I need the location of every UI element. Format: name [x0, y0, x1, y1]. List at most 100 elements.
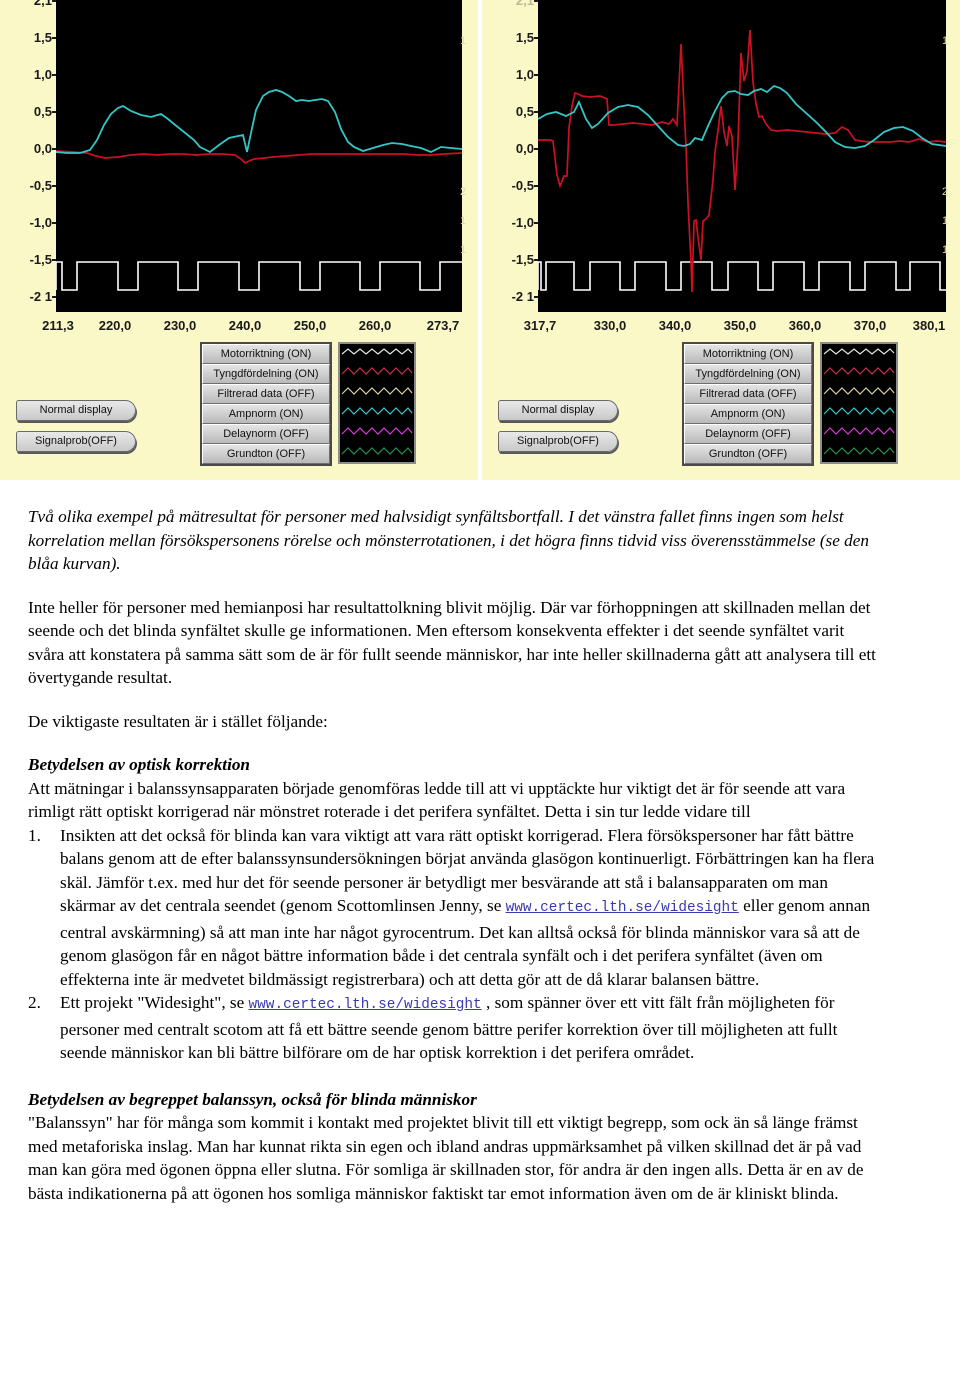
- signal-preview-right: [820, 342, 898, 464]
- x-axis-tick: 240,0: [228, 318, 262, 333]
- list-item-text-part1: Ett projekt "Widesight", se: [60, 993, 249, 1012]
- square-wave-trace: [538, 261, 946, 291]
- tyngdfordelning-toggle[interactable]: Tyngdfördelning (ON): [684, 364, 812, 384]
- signal-toggle-stack-left: Motorriktning (ON) Tyngdfördelning (ON) …: [200, 342, 332, 466]
- x-axis-tick: 230,0: [163, 318, 197, 333]
- y-axis-tick: 0,0: [482, 142, 539, 155]
- figure-caption: Två olika exempel på mätresultat för per…: [28, 507, 869, 573]
- signal-preview-left: [338, 342, 416, 464]
- widesight-link[interactable]: www.certec.lth.se/widesight: [249, 997, 482, 1013]
- grundton-toggle[interactable]: Grundton (OFF): [202, 444, 330, 464]
- y-axis-tick: -1,5: [482, 253, 539, 266]
- normal-display-button[interactable]: Normal display: [16, 400, 136, 421]
- trace-svg-left: [56, 89, 462, 291]
- signalprob-button[interactable]: Signalprob(OFF): [498, 431, 618, 452]
- x-axis-tick: 273,7: [426, 318, 460, 333]
- x-axis-right: 317,7 330,0 340,0 350,0 360,0 370,0 380,…: [482, 312, 960, 336]
- measurement-panel-left: 2,1 1,5 1,0 0,5 0,0 -0,5 -1,0 -1,5 -2 1: [0, 0, 478, 480]
- red-trace: [56, 150, 462, 165]
- ghost-digit: 1: [942, 244, 949, 256]
- red-trace: [538, 29, 946, 293]
- preview-waveforms: [823, 348, 895, 455]
- plot-canvas-right[interactable]: [538, 0, 946, 312]
- x-axis-left: 211,3 220,0 230,0 240,0 250,0 260,0 273,…: [0, 312, 478, 336]
- ghost-digit: 1: [460, 35, 467, 47]
- x-axis-tick: 260,0: [358, 318, 392, 333]
- measurement-panel-right: 2,1 1,5 1,0 0,5 0,0 -0,5 -1,0 -1,5 -2 1: [482, 0, 960, 480]
- blue-trace: [56, 89, 462, 154]
- x-axis-tick: 330,0: [593, 318, 627, 333]
- clipped-axis-digits-left: 1 2 1 1: [460, 26, 474, 256]
- document-body: Två olika exempel på mätresultat för per…: [28, 505, 881, 1205]
- controls-right: Normal display Signalprob(OFF) Motorrikt…: [482, 338, 960, 478]
- paragraph-hemianopsi: Inte heller för personer med hemianposi …: [28, 597, 876, 688]
- y-axis-tick: -1,0: [482, 216, 539, 229]
- y-axis-tick: 0,5: [0, 105, 57, 118]
- y-axis-tick: 2,1: [0, 0, 57, 7]
- delaynorm-toggle[interactable]: Delaynorm (OFF): [684, 424, 812, 444]
- ghost-digit: 1: [942, 215, 949, 227]
- normal-display-button[interactable]: Normal display: [498, 400, 618, 421]
- y-axis-tick: -2 1: [0, 290, 57, 303]
- y-axis-tick: -1,0: [0, 216, 57, 229]
- list-item: 1. Insikten att det också för blinda kan…: [28, 824, 881, 992]
- x-axis-tick: 350,0: [723, 318, 757, 333]
- motorriktning-toggle[interactable]: Motorriktning (ON): [202, 344, 330, 364]
- ampnorm-toggle[interactable]: Ampnorm (ON): [202, 404, 330, 424]
- filtrerad-data-toggle[interactable]: Filtrerad data (OFF): [202, 384, 330, 404]
- delaynorm-toggle[interactable]: Delaynorm (OFF): [202, 424, 330, 444]
- y-axis-tick: 1,0: [0, 68, 57, 81]
- x-axis-tick: 250,0: [293, 318, 327, 333]
- y-axis-tick: -0,5: [482, 179, 539, 192]
- plot-right: 2,1 1,5 1,0 0,5 0,0 -0,5 -1,0 -1,5 -2 1: [482, 0, 960, 336]
- screenshot-figure: 2,1 1,5 1,0 0,5 0,0 -0,5 -1,0 -1,5 -2 1: [0, 0, 960, 482]
- paragraph-results-intro: De viktigaste resultaten är i stället fö…: [28, 711, 328, 731]
- y-axis-tick: 1,5: [482, 31, 539, 44]
- y-axis-tick: 1,0: [482, 68, 539, 81]
- heading-optisk-korrektion: Betydelsen av optisk korrektion: [28, 755, 250, 774]
- motorriktning-toggle[interactable]: Motorriktning (ON): [684, 344, 812, 364]
- ghost-digit: 1: [460, 215, 467, 227]
- list-item: 2. Ett projekt "Widesight", se www.certe…: [28, 991, 881, 1065]
- x-axis-tick: 370,0: [853, 318, 887, 333]
- y-axis-tick: -2 1: [482, 290, 539, 303]
- x-axis-tick: 340,0: [658, 318, 692, 333]
- widesight-link[interactable]: www.certec.lth.se/widesight: [506, 900, 739, 916]
- filtrerad-data-toggle[interactable]: Filtrerad data (OFF): [684, 384, 812, 404]
- square-wave-trace: [56, 261, 462, 291]
- y-axis-tick: 0,0: [0, 142, 57, 155]
- ghost-digit: 1: [942, 35, 949, 47]
- ampnorm-toggle[interactable]: Ampnorm (ON): [684, 404, 812, 424]
- y-axis-tick: -0,5: [0, 179, 57, 192]
- plot-canvas-left[interactable]: [56, 0, 462, 312]
- paragraph-balanssynsapparaten: Att mätningar i balanssynsapparaten börj…: [28, 778, 846, 822]
- paragraph-balanssyn: "Balanssyn" har för många som kommit i k…: [28, 1113, 864, 1203]
- grundton-toggle[interactable]: Grundton (OFF): [684, 444, 812, 464]
- x-axis-tick: 360,0: [788, 318, 822, 333]
- signalprob-button[interactable]: Signalprob(OFF): [16, 431, 136, 452]
- results-list: 1. Insikten att det också för blinda kan…: [28, 824, 881, 1065]
- plot-left: 2,1 1,5 1,0 0,5 0,0 -0,5 -1,0 -1,5 -2 1: [0, 0, 478, 336]
- x-axis-tick: 317,7: [523, 318, 557, 333]
- list-item-number: 1.: [28, 825, 41, 845]
- trace-svg-right: [538, 29, 946, 293]
- ghost-digit: 1: [460, 244, 467, 256]
- y-axis-tick: 2,1: [482, 0, 539, 7]
- ghost-digit: 2: [460, 186, 467, 198]
- controls-left: Normal display Signalprob(OFF) Motorrikt…: [0, 338, 478, 478]
- clipped-axis-digits-right: 1 2 1 1: [942, 26, 956, 256]
- y-axis-tick: 0,5: [482, 105, 539, 118]
- x-axis-tick: 211,3: [42, 318, 74, 333]
- x-axis-tick: 220,0: [98, 318, 132, 333]
- preview-waveforms: [341, 348, 413, 455]
- document-page: 2,1 1,5 1,0 0,5 0,0 -0,5 -1,0 -1,5 -2 1: [0, 0, 960, 1394]
- y-axis-tick: -1,5: [0, 253, 57, 266]
- heading-begreppet-balanssyn: Betydelsen av begreppet balanssyn, också…: [28, 1089, 477, 1109]
- ghost-digit: 2: [942, 186, 949, 198]
- display-mode-buttons-left: Normal display Signalprob(OFF): [16, 400, 136, 462]
- tyngdfordelning-toggle[interactable]: Tyngdfördelning (ON): [202, 364, 330, 384]
- list-item-number: 2.: [28, 993, 41, 1012]
- x-axis-tick: 380,1: [912, 318, 946, 333]
- display-mode-buttons-right: Normal display Signalprob(OFF): [498, 400, 618, 462]
